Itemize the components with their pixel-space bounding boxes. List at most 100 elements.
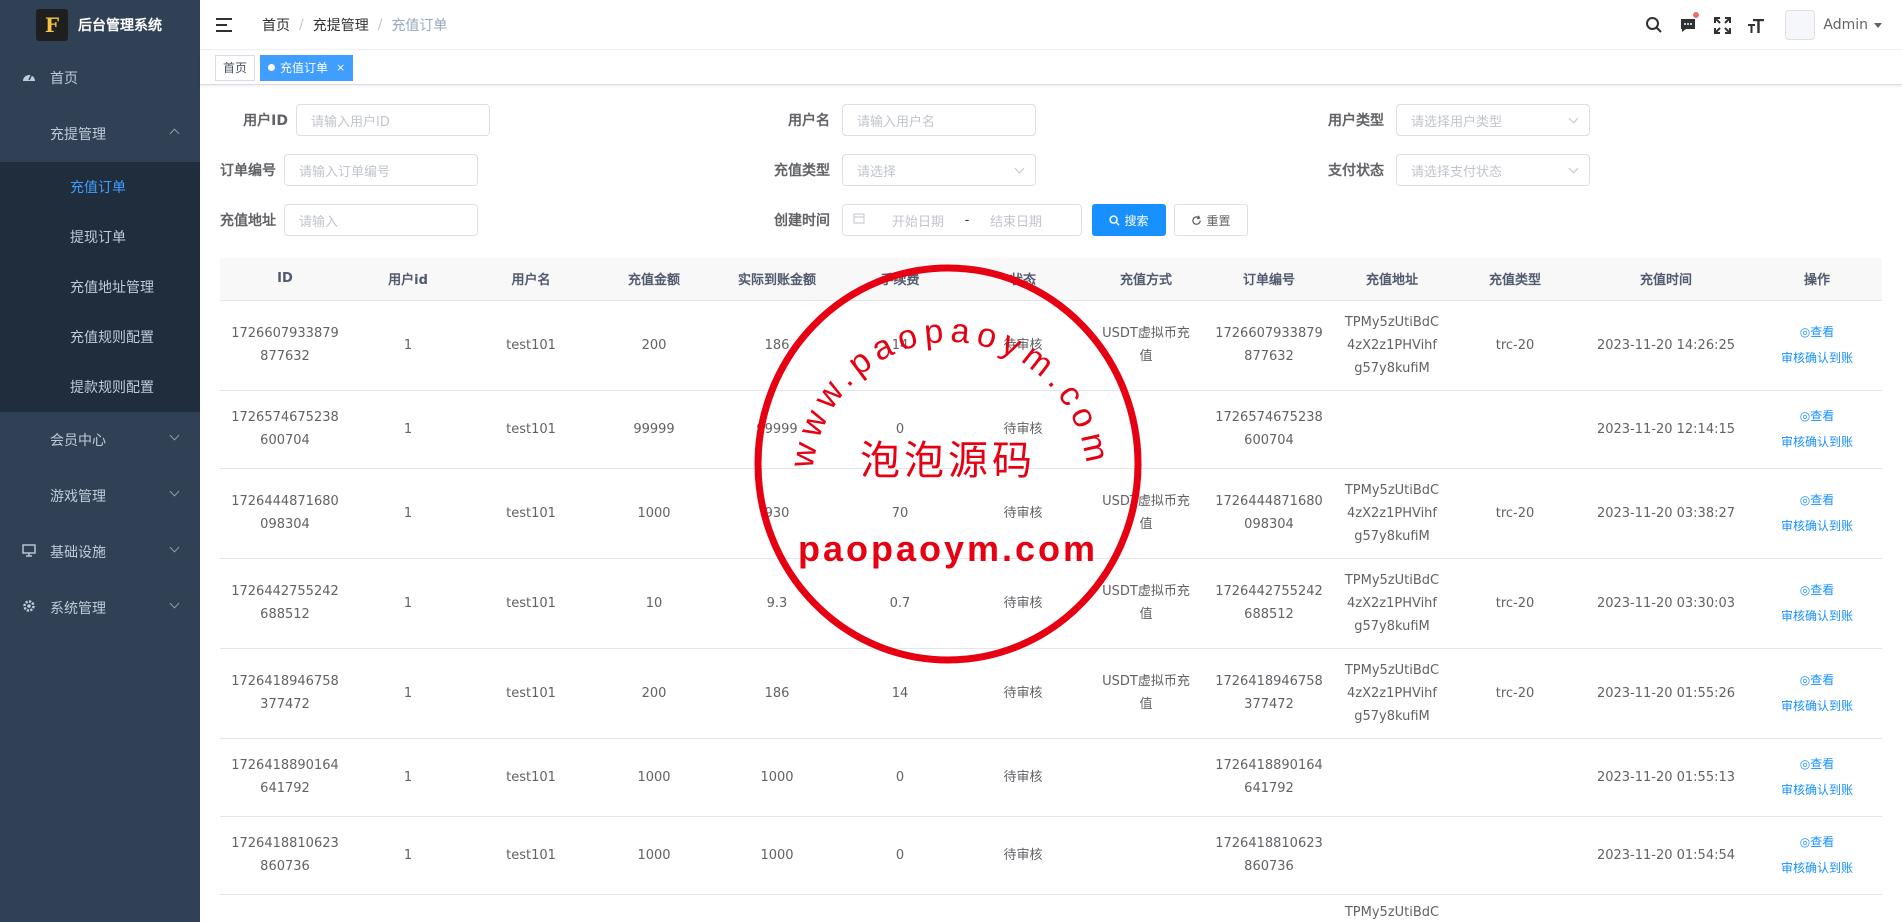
font-size-icon[interactable] xyxy=(1739,0,1773,50)
cell-status: 待审核 xyxy=(958,300,1088,391)
start-date-input[interactable]: 开始日期 xyxy=(881,211,955,230)
table-row: 1726418890164641792 1 test101 1000 1000 0 待审核 1… xyxy=(220,738,1882,817)
confirm-arrival-button[interactable]: 审核确认到账 xyxy=(1762,603,1872,629)
date-range-picker[interactable]: 开始日期 - 结束日期 xyxy=(842,204,1082,236)
cell-id: 1726418810623860736 xyxy=(220,816,350,895)
avatar[interactable] xyxy=(1785,10,1816,40)
caret-down-icon[interactable] xyxy=(1874,22,1882,28)
confirm-arrival-button[interactable]: 审核确认到账 xyxy=(1762,513,1872,539)
confirm-arrival-button[interactable]: 审核确认到账 xyxy=(1762,777,1872,803)
cell-method: USDT虚拟币充值 xyxy=(1088,648,1204,739)
sidebar-item-games[interactable]: 游戏管理 xyxy=(0,468,200,524)
cell-actions: ◎查看 审核确认到账 xyxy=(1752,816,1882,895)
confirm-arrival-button[interactable]: 审核确认到账 xyxy=(1762,855,1872,881)
view-button[interactable]: ◎查看 xyxy=(1762,667,1872,693)
eye-icon: ◎ xyxy=(1799,673,1811,687)
search-icon[interactable] xyxy=(1637,0,1671,50)
sidebar-subitem-recharge-orders[interactable]: 充值订单 xyxy=(0,162,200,212)
cell-address: TPMy5zUtiBdC4zX2z1PHVihfg57y8kufiM xyxy=(1334,300,1450,391)
column-header: 实际到账金额 xyxy=(712,258,842,301)
sidebar-item-label: 充提管理 xyxy=(50,127,106,143)
sidebar-item-infrastructure[interactable]: 基础设施 xyxy=(0,524,200,580)
sidebar-item-home[interactable]: 首页 xyxy=(0,50,200,106)
view-button[interactable]: ◎查看 xyxy=(1762,577,1872,603)
breadcrumb-item[interactable]: 首页 xyxy=(262,15,290,35)
cell-actual: 9.3 xyxy=(712,558,842,649)
username-input[interactable]: 请输入用户名 xyxy=(842,104,1036,136)
column-header: 充值类型 xyxy=(1450,258,1580,301)
cell-time: 2023-11-20 12:14:15 xyxy=(1580,390,1752,469)
cell-name: test101 xyxy=(466,816,596,895)
cell-type: trc-20 xyxy=(1450,648,1580,739)
cell-amount: 200 xyxy=(596,648,712,739)
user-type-select[interactable]: 请选择用户类型 xyxy=(1396,104,1590,136)
view-button[interactable]: ◎查看 xyxy=(1762,403,1872,429)
breadcrumb-item[interactable]: 充提管理 xyxy=(313,15,369,35)
confirm-arrival-button[interactable]: 审核确认到账 xyxy=(1762,693,1872,719)
user-name[interactable]: Admin xyxy=(1823,17,1868,33)
table-row: 1726418946758377472 1 test101 200 186 14 待审核 US… xyxy=(220,648,1882,739)
cell-actions: ◎查看 审核确认到账 xyxy=(1752,300,1882,391)
sidebar-subitem-withdraw-orders[interactable]: 提现订单 xyxy=(0,212,200,262)
cell-order: 1726418890164641792 xyxy=(1204,738,1334,817)
logo[interactable]: F 后台管理系统 xyxy=(0,0,200,50)
cell-actual: 99999 xyxy=(712,390,842,469)
cell-status: 待审核 xyxy=(958,648,1088,739)
cell-status: 待审核 xyxy=(958,816,1088,895)
cell-fee: 0.7 xyxy=(842,558,958,649)
sidebar-subitem-withdraw-rules[interactable]: 提款规则配置 xyxy=(0,362,200,412)
cell-time: 2023-11-20 01:55:26 xyxy=(1580,648,1752,739)
search-button[interactable]: 搜索 xyxy=(1092,204,1166,236)
close-icon[interactable]: × xyxy=(336,56,345,80)
confirm-arrival-button[interactable]: 审核确认到账 xyxy=(1762,345,1872,371)
chevron-down-icon xyxy=(169,486,180,497)
tag-home[interactable]: 首页 xyxy=(215,54,256,81)
address-input[interactable]: 请输入 xyxy=(284,204,478,236)
cell-name: test101 xyxy=(466,648,596,739)
table-header: ID 用户id 用户名 充值金额 实际到账金额 手续费 状态 充值方式 订单编号 充值地址 充值类型… xyxy=(220,258,1882,301)
user-id-input[interactable]: 请输入用户ID xyxy=(296,104,490,136)
cell-amount: 1000 xyxy=(596,816,712,895)
reset-button[interactable]: 重置 xyxy=(1174,204,1248,236)
recharge-type-select[interactable]: 请选择 xyxy=(842,154,1036,186)
cell-amount: 1000 xyxy=(596,738,712,817)
table-row: TPMy5zUtiBdC4 xyxy=(220,894,1882,922)
cell-method xyxy=(1088,816,1204,895)
cell-actual: 186 xyxy=(712,648,842,739)
view-button[interactable]: ◎查看 xyxy=(1762,319,1872,345)
cell-status: 待审核 xyxy=(958,468,1088,559)
fullscreen-icon[interactable] xyxy=(1705,0,1739,50)
confirm-arrival-button[interactable]: 审核确认到账 xyxy=(1762,429,1872,455)
cell-address: TPMy5zUtiBdC4 xyxy=(1334,894,1450,922)
tag-recharge-orders[interactable]: 充值订单 × xyxy=(260,54,354,81)
column-header: 充值时间 xyxy=(1580,258,1752,301)
sidebar-item-recharge-withdraw[interactable]: 充提管理 xyxy=(0,106,200,162)
dashboard-icon xyxy=(20,70,38,86)
cell-order: 1726442755242688512 xyxy=(1204,558,1334,649)
cell-id: 1726442755242688512 xyxy=(220,558,350,649)
sidebar-item-members[interactable]: 会员中心 xyxy=(0,412,200,468)
hamburger-icon[interactable] xyxy=(216,17,234,32)
cell-order: 1726418810623860736 xyxy=(1204,816,1334,895)
order-no-input[interactable]: 请输入订单编号 xyxy=(284,154,478,186)
cell-method xyxy=(1088,738,1204,817)
eye-icon: ◎ xyxy=(1799,493,1811,507)
end-date-input[interactable]: 结束日期 xyxy=(979,211,1053,230)
message-icon[interactable] xyxy=(1671,0,1705,50)
table-row: 1726444871680098304 1 test101 1000 930 70 待审核 U… xyxy=(220,468,1882,559)
cell-time: 2023-11-20 01:55:13 xyxy=(1580,738,1752,817)
view-button[interactable]: ◎查看 xyxy=(1762,829,1872,855)
sidebar-subitem-address-manage[interactable]: 充值地址管理 xyxy=(0,262,200,312)
submenu-recharge-withdraw: 充值订单 提现订单 充值地址管理 充值规则配置 提款规则配置 xyxy=(0,162,200,412)
cell-method: USDT虚拟币充值 xyxy=(1088,468,1204,559)
chevron-down-icon xyxy=(1014,163,1025,174)
view-button[interactable]: ◎查看 xyxy=(1762,487,1872,513)
sidebar-subitem-recharge-rules[interactable]: 充值规则配置 xyxy=(0,312,200,362)
pay-status-select[interactable]: 请选择支付状态 xyxy=(1396,154,1590,186)
cell-address: TPMy5zUtiBdC4zX2z1PHVihfg57y8kufiM xyxy=(1334,648,1450,739)
sidebar-item-system[interactable]: 系统管理 xyxy=(0,580,200,636)
view-button[interactable]: ◎查看 xyxy=(1762,751,1872,777)
label-user-type: 用户类型 xyxy=(1328,113,1384,129)
cell-type xyxy=(1450,390,1580,469)
column-header: ID xyxy=(220,258,350,301)
